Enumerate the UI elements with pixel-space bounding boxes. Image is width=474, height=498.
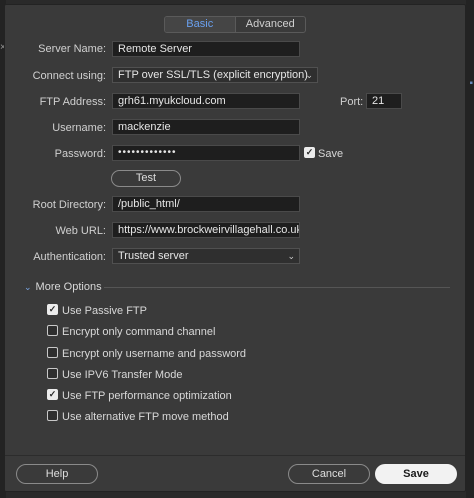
username-field[interactable]: mackenzie bbox=[112, 119, 300, 135]
save-password-label: Save bbox=[318, 148, 344, 160]
ftp-performance-checkbox[interactable]: ✓ bbox=[47, 389, 58, 400]
username-label: Username: bbox=[52, 122, 106, 134]
chevron-down-icon: ⌄ bbox=[287, 251, 295, 261]
web-url-field[interactable]: https://www.brockweirvillagehall.co.uk bbox=[112, 222, 300, 238]
cancel-button[interactable]: Cancel bbox=[288, 464, 370, 484]
passive-ftp-label: Use Passive FTP bbox=[62, 305, 147, 317]
alternative-move-checkbox[interactable] bbox=[47, 410, 58, 421]
footer-divider bbox=[5, 455, 465, 456]
root-directory-field[interactable]: /public_html/ bbox=[112, 196, 300, 212]
encrypt-command-channel-checkbox[interactable] bbox=[47, 325, 58, 336]
encrypt-username-password-checkbox[interactable] bbox=[47, 347, 58, 358]
connect-using-select[interactable]: FTP over SSL/TLS (explicit encryption) ⌄ bbox=[112, 67, 318, 83]
more-options-toggle[interactable]: ⌄ More Options bbox=[24, 281, 102, 293]
port-label: Port: bbox=[340, 96, 364, 108]
encrypt-username-password-label: Encrypt only username and password bbox=[62, 348, 247, 360]
authentication-select[interactable]: Trusted server ⌄ bbox=[112, 248, 300, 264]
checkmark-icon: ✓ bbox=[48, 304, 57, 314]
server-name-field[interactable]: Remote Server bbox=[112, 41, 300, 57]
server-name-label: Server Name: bbox=[38, 43, 106, 55]
tab-advanced[interactable]: Advanced bbox=[234, 17, 306, 32]
ftp-performance-label: Use FTP performance optimization bbox=[62, 390, 232, 402]
authentication-value: Trusted server bbox=[118, 250, 189, 262]
tab-bar: Basic Advanced bbox=[164, 16, 306, 33]
test-button[interactable]: Test bbox=[111, 170, 181, 187]
ipv6-transfer-label: Use IPV6 Transfer Mode bbox=[62, 369, 183, 381]
edge-indicator-icon: ▪ bbox=[469, 78, 473, 89]
help-button[interactable]: Help bbox=[16, 464, 98, 484]
chevron-down-icon: ⌄ bbox=[24, 282, 32, 292]
checkmark-icon: ✓ bbox=[305, 147, 314, 157]
authentication-label: Authentication: bbox=[33, 251, 106, 263]
web-url-label: Web URL: bbox=[55, 225, 106, 237]
encrypt-command-channel-label: Encrypt only command channel bbox=[62, 326, 216, 338]
more-options-title: More Options bbox=[35, 281, 102, 293]
section-divider bbox=[104, 287, 450, 288]
port-field[interactable]: 21 bbox=[366, 93, 402, 109]
tab-basic[interactable]: Basic bbox=[165, 17, 235, 32]
save-button[interactable]: Save bbox=[375, 464, 457, 484]
save-password-checkbox[interactable]: ✓ bbox=[304, 147, 315, 158]
alternative-move-label: Use alternative FTP move method bbox=[62, 411, 229, 423]
password-field[interactable]: ••••••••••••• bbox=[112, 145, 300, 161]
connect-using-value: FTP over SSL/TLS (explicit encryption) bbox=[118, 69, 308, 81]
passive-ftp-checkbox[interactable]: ✓ bbox=[47, 304, 58, 315]
background-right-panel: ▪ bbox=[466, 0, 474, 498]
connect-using-label: Connect using: bbox=[32, 70, 106, 82]
ipv6-transfer-checkbox[interactable] bbox=[47, 368, 58, 379]
password-label: Password: bbox=[54, 148, 106, 160]
chevron-down-icon: ⌄ bbox=[305, 70, 313, 80]
root-directory-label: Root Directory: bbox=[32, 199, 106, 211]
checkmark-icon: ✓ bbox=[48, 389, 57, 399]
ftp-address-label: FTP Address: bbox=[39, 96, 106, 108]
ftp-address-field[interactable]: grh61.myukcloud.com bbox=[112, 93, 300, 109]
